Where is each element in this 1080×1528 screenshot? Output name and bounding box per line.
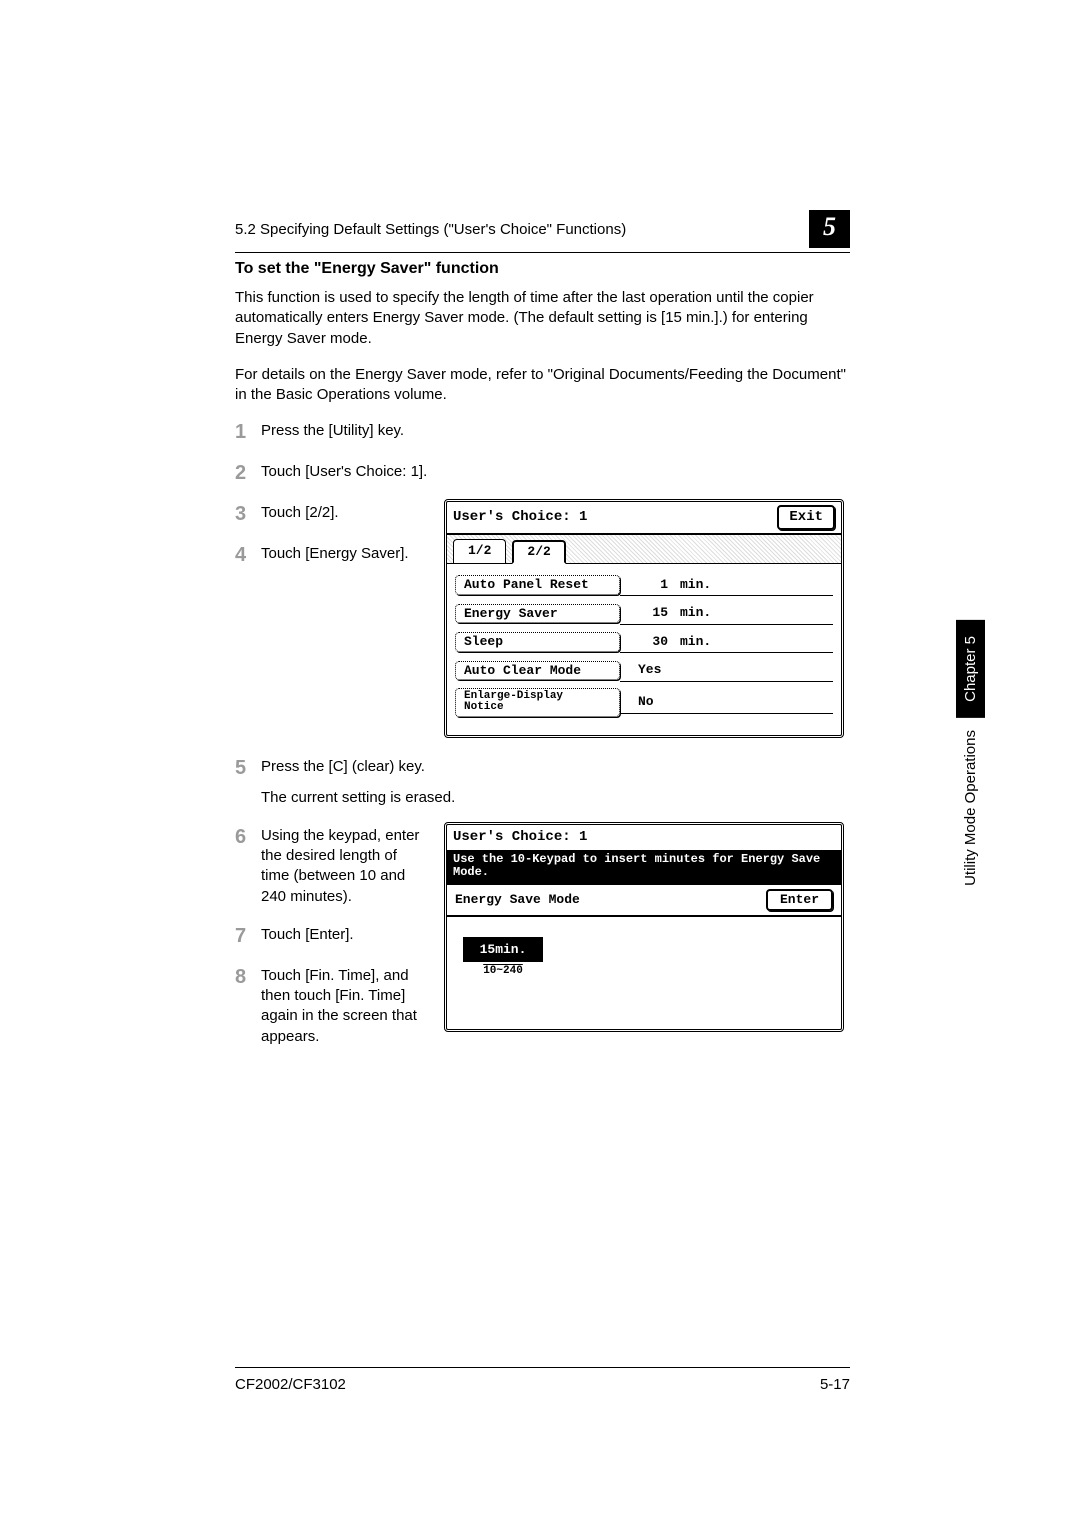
footer-model: CF2002/CF3102 xyxy=(235,1376,346,1393)
step-1: Press the [Utility] key. xyxy=(235,421,850,444)
intro-paragraph-2: For details on the Energy Saver mode, re… xyxy=(235,365,850,406)
lcd-instruction-message: Use the 10-Keypad to insert minutes for … xyxy=(447,850,841,884)
section-path: 5.2 Specifying Default Settings ("User's… xyxy=(235,221,626,238)
value-display: 15min. 10~240 xyxy=(463,937,543,979)
lcd-tabs: 1/2 2/2 xyxy=(447,535,841,564)
page-footer: CF2002/CF3102 5-17 xyxy=(235,1367,850,1393)
lcd-header: User's Choice: 1 xyxy=(447,825,841,850)
lcd-title: User's Choice: 1 xyxy=(453,508,587,527)
page: 5.2 Specifying Default Settings ("User's… xyxy=(0,0,1080,1528)
lcd-header: User's Choice: 1 Exit xyxy=(447,502,841,535)
side-tab-section: Utility Mode Operations xyxy=(959,720,982,896)
lcd-mode-row: Energy Save Mode Enter xyxy=(447,883,841,917)
chapter-number-box: 5 xyxy=(809,210,850,248)
setting-row: Auto Clear Mode Yes xyxy=(455,659,833,682)
lcd-screen-users-choice: User's Choice: 1 Exit 1/2 2/2 Auto Panel… xyxy=(444,499,844,738)
sleep-button[interactable]: Sleep xyxy=(455,632,620,652)
exit-button[interactable]: Exit xyxy=(777,505,835,530)
auto-clear-mode-button[interactable]: Auto Clear Mode xyxy=(455,661,620,681)
step-5: Press the [C] (clear) key. The current s… xyxy=(235,757,850,808)
energy-saver-button[interactable]: Energy Saver xyxy=(455,604,620,624)
footer-page-number: 5-17 xyxy=(820,1376,850,1393)
minute-value: 15min. xyxy=(463,937,543,963)
setting-row: Enlarge-Display Notice No xyxy=(455,688,833,717)
tab-2-of-2[interactable]: 2/2 xyxy=(512,540,565,564)
setting-row: Energy Saver 15min. xyxy=(455,602,833,625)
step-3: Touch [2/2]. User's Choice: 1 Exit 1/2 2… xyxy=(235,503,850,526)
lcd-settings-list: Auto Panel Reset 1min. Energy Saver 15mi… xyxy=(447,564,841,735)
step-2: Touch [User's Choice: 1]. xyxy=(235,462,850,485)
intro-paragraph-1: This function is used to specify the len… xyxy=(235,288,850,349)
enlarge-display-notice-button[interactable]: Enlarge-Display Notice xyxy=(455,688,620,717)
content-area: To set the "Energy Saver" function This … xyxy=(235,260,850,1065)
range-hint: 10~240 xyxy=(463,964,543,979)
tab-1-of-2[interactable]: 1/2 xyxy=(453,539,506,563)
step-6: Using the keypad, enter the desired leng… xyxy=(235,826,850,907)
mode-label: Energy Save Mode xyxy=(455,891,580,909)
lcd-title: User's Choice: 1 xyxy=(453,828,587,847)
subsection-heading: To set the "Energy Saver" function xyxy=(235,260,850,278)
lcd-screen-energy-save-mode: User's Choice: 1 Use the 10-Keypad to in… xyxy=(444,822,844,1032)
enter-button[interactable]: Enter xyxy=(766,889,833,911)
setting-row: Sleep 30min. xyxy=(455,631,833,654)
setting-row: Auto Panel Reset 1min. xyxy=(455,574,833,597)
page-header: 5.2 Specifying Default Settings ("User's… xyxy=(235,210,850,253)
auto-panel-reset-button[interactable]: Auto Panel Reset xyxy=(455,575,620,595)
procedure-steps: Press the [Utility] key. Touch [User's C… xyxy=(235,421,850,1047)
side-tab-chapter: Chapter 5 xyxy=(956,620,985,718)
